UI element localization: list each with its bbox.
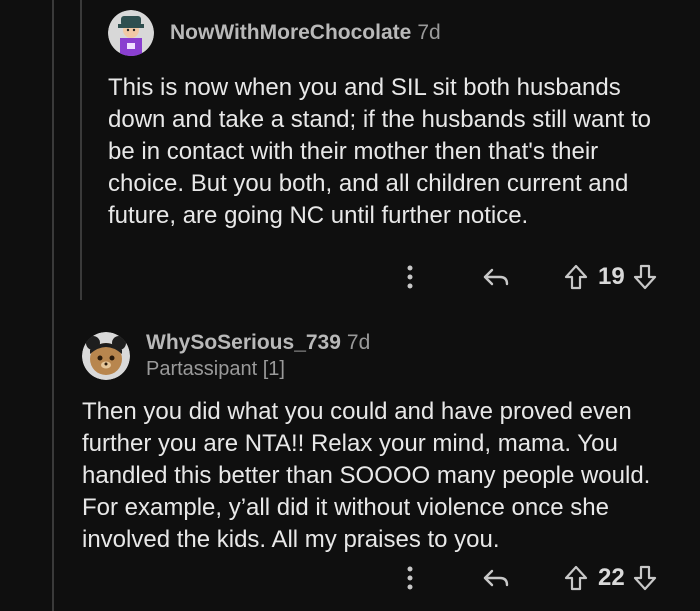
- user-flair: Partassipant [1]: [146, 358, 285, 380]
- comment-meta: NowWithMoreChocolate 7d: [170, 20, 441, 46]
- comment-age: 7d: [346, 331, 371, 354]
- comment-body: Then you did what you could and have pro…: [82, 398, 651, 553]
- reply-icon[interactable]: [482, 266, 510, 288]
- downvote-icon[interactable]: [633, 264, 657, 290]
- upvote-icon[interactable]: [564, 264, 588, 290]
- username[interactable]: NowWithMoreChocolate: [170, 21, 411, 44]
- comment-nowwithmorechocolate: NowWithMoreChocolate 7d This is now when …: [108, 10, 678, 232]
- more-options-icon[interactable]: [400, 265, 420, 289]
- comment-meta: WhySoSerious_739 7d Partassipant [1]: [146, 330, 370, 382]
- vote-score: 22: [598, 564, 625, 591]
- comment-age: 7d: [417, 21, 441, 44]
- comment-header: WhySoSerious_739 7d Partassipant [1]: [82, 330, 682, 382]
- username[interactable]: WhySoSerious_739: [146, 331, 341, 354]
- more-options-icon[interactable]: [400, 566, 420, 590]
- comment-body: This is now when you and SIL sit both hu…: [108, 74, 652, 229]
- reply-icon[interactable]: [482, 567, 510, 589]
- comment-actions: 22: [400, 564, 657, 592]
- vote-score: 19: [598, 263, 625, 290]
- user-avatar-icon[interactable]: [108, 10, 154, 56]
- comment-actions: 19: [400, 263, 657, 291]
- thread-line-inner[interactable]: [80, 0, 82, 300]
- user-avatar-icon[interactable]: [82, 332, 130, 380]
- downvote-icon[interactable]: [633, 565, 657, 591]
- comment-whysoserious: WhySoSerious_739 7d Partassipant [1] Then…: [82, 330, 682, 556]
- thread-line-outer: [52, 0, 54, 611]
- comment-header: NowWithMoreChocolate 7d: [108, 10, 678, 56]
- upvote-icon[interactable]: [564, 565, 588, 591]
